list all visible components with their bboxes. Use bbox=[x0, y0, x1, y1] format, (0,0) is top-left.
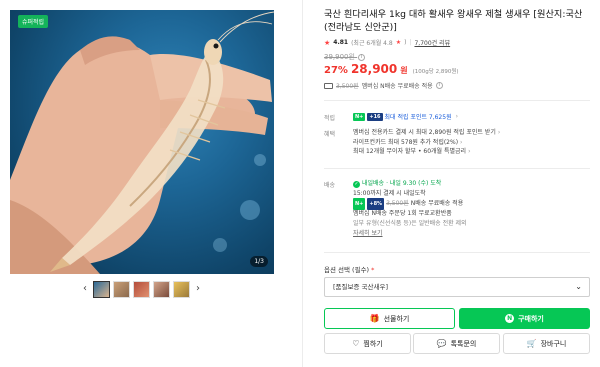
shipping-fee: 3,500원 bbox=[336, 83, 359, 90]
details-link[interactable]: 자세히 보기 bbox=[353, 229, 383, 239]
divider: | bbox=[409, 39, 412, 46]
naver-n-icon: N bbox=[505, 314, 515, 323]
delivery-fee: 3,500원 bbox=[386, 200, 409, 207]
thumbnail-2[interactable] bbox=[113, 280, 130, 298]
shipping-summary: 3,500원 멤버십 N배송 무료배송 적용 i bbox=[324, 81, 443, 90]
delivery-label: 배송 bbox=[324, 182, 336, 189]
cart-button[interactable]: 🛒 장바구니 bbox=[503, 333, 590, 354]
arrival-date: · 내일 9.30 (수) 도착 bbox=[386, 180, 442, 187]
thumbnail-next-icon[interactable]: › bbox=[193, 280, 203, 298]
max-points-text: 최대 적립 포인트 7,625원 bbox=[384, 114, 452, 121]
points-label: 적립 bbox=[324, 115, 336, 122]
shrimp-in-hand-illustration bbox=[10, 11, 274, 274]
recent-rating: (최근 6개월 4.8 bbox=[351, 40, 393, 47]
thumbnail-5[interactable] bbox=[173, 280, 190, 298]
arrival-badge: 내일배송 bbox=[362, 180, 385, 187]
original-price-value: 39,900원 bbox=[324, 53, 355, 61]
column-divider bbox=[302, 0, 303, 367]
info-icon[interactable]: i bbox=[358, 53, 366, 61]
thumbnail-3[interactable] bbox=[133, 280, 150, 298]
sale-price: 28,900 bbox=[350, 62, 398, 76]
price-row: 27% 28,900 원 (100g당 2,890원) bbox=[324, 62, 459, 76]
currency-label: 원 bbox=[400, 66, 408, 75]
thumbnail-4[interactable] bbox=[153, 280, 170, 298]
recent-rating-close: ) bbox=[404, 39, 407, 46]
free-exchange-text: 멤버십 N배송 주문당 1회 무료교환반품 bbox=[353, 210, 452, 217]
talktalk-inquiry-button[interactable]: 💬 톡톡문의 bbox=[413, 333, 500, 354]
unit-price: (100g당 2,890원) bbox=[412, 69, 459, 75]
super-points-badge: 슈퍼적립 bbox=[18, 15, 49, 28]
thumbnail-prev-icon[interactable]: ‹ bbox=[80, 280, 90, 298]
benefit-item[interactable]: 멤버십 전용카드 결제 시 최대 2,890원 적립 포인트 받기 › bbox=[353, 128, 500, 138]
restriction-text: 일부 유형(신선식품 등)은 일반배송 전환 제외 bbox=[353, 220, 467, 227]
star-icon: ★ bbox=[395, 39, 402, 46]
thumbnail-strip: ‹ › bbox=[80, 280, 203, 298]
free-shipping-text: N배송 무료배송 적용 bbox=[410, 200, 464, 207]
more-row: 자세히 보기 bbox=[353, 229, 467, 239]
option-select[interactable]: [품질보증 국산새우] ⌄ bbox=[324, 277, 590, 297]
product-main-image[interactable]: 슈퍼적립 1/3 bbox=[10, 10, 274, 274]
chat-icon: 💬 bbox=[436, 338, 447, 348]
section-divider bbox=[324, 168, 590, 169]
points-row[interactable]: N+ +16 최대 적립 포인트 7,625원 › bbox=[353, 112, 458, 121]
truck-icon bbox=[324, 82, 333, 89]
benefit-item[interactable]: 라이프컨카드 최대 578원 추가 적립(2%) › bbox=[353, 138, 500, 148]
npay-plus-badge: N+ bbox=[353, 112, 366, 121]
cart-icon: 🛒 bbox=[526, 338, 537, 348]
discount-rate: 27% bbox=[324, 65, 348, 76]
buy-button[interactable]: N 구매하기 bbox=[459, 308, 590, 329]
option-selected-value: [품질보증 국산새우] bbox=[333, 283, 388, 291]
option-label: 옵션 선택 (필수) * bbox=[324, 266, 375, 274]
star-icon: ★ bbox=[324, 38, 331, 47]
section-divider bbox=[324, 100, 590, 101]
chevron-down-icon: ⌄ bbox=[575, 282, 582, 291]
free-shipping-row: N+ +8% 3,500원 N배송 무료배송 적용 bbox=[353, 198, 467, 210]
rating-score: 4.81 bbox=[333, 39, 349, 46]
required-mark: * bbox=[371, 266, 375, 274]
review-count-link[interactable]: 7,700건 리뷰 bbox=[414, 38, 450, 47]
benefit-item[interactable]: 최대 12개월 무이자 할부 • 60개월 특별금리 › bbox=[353, 147, 500, 157]
info-icon[interactable]: i bbox=[435, 82, 443, 89]
shipping-free-text: 멤버십 N배송 무료배송 적용 bbox=[361, 83, 433, 90]
restriction-row: 일부 유형(신선식품 등)은 일반배송 전환 제외 bbox=[353, 219, 467, 229]
section-divider bbox=[324, 252, 590, 253]
benefits-label: 혜택 bbox=[324, 131, 336, 138]
image-counter: 1/3 bbox=[250, 256, 268, 267]
gift-icon: 🎁 bbox=[369, 313, 380, 323]
arrival-row: ✓ 내일배송 · 내일 9.30 (수) 도착 bbox=[353, 179, 467, 189]
original-price: 39,900원 i bbox=[324, 52, 366, 62]
gift-button[interactable]: 🎁 선물하기 bbox=[324, 308, 455, 329]
exchange-row: 멤버십 N배송 주문당 1회 무료교환반품 bbox=[353, 209, 467, 219]
thumbnail-1[interactable] bbox=[93, 280, 110, 298]
delivery-info: ✓ 내일배송 · 내일 9.30 (수) 도착 15:00까지 결제 시 내일도… bbox=[353, 179, 467, 239]
heart-icon: ♡ bbox=[352, 338, 360, 348]
chevron-right-icon: › bbox=[455, 113, 458, 120]
check-icon: ✓ bbox=[353, 180, 360, 188]
benefit-list: 멤버십 전용카드 결제 시 최대 2,890원 적립 포인트 받기 › 라이프컨카… bbox=[353, 128, 500, 157]
product-title: 국산 흰다리새우 1kg 대하 활새우 왕새우 제철 생새우 [원산지:국산(전… bbox=[324, 9, 583, 33]
rating-row: ★ 4.81 (최근 6개월 4.8 ★) | 7,700건 리뷰 bbox=[324, 38, 450, 48]
like-button[interactable]: ♡ 찜하기 bbox=[324, 333, 411, 354]
grade-badge: +16 bbox=[367, 112, 383, 121]
